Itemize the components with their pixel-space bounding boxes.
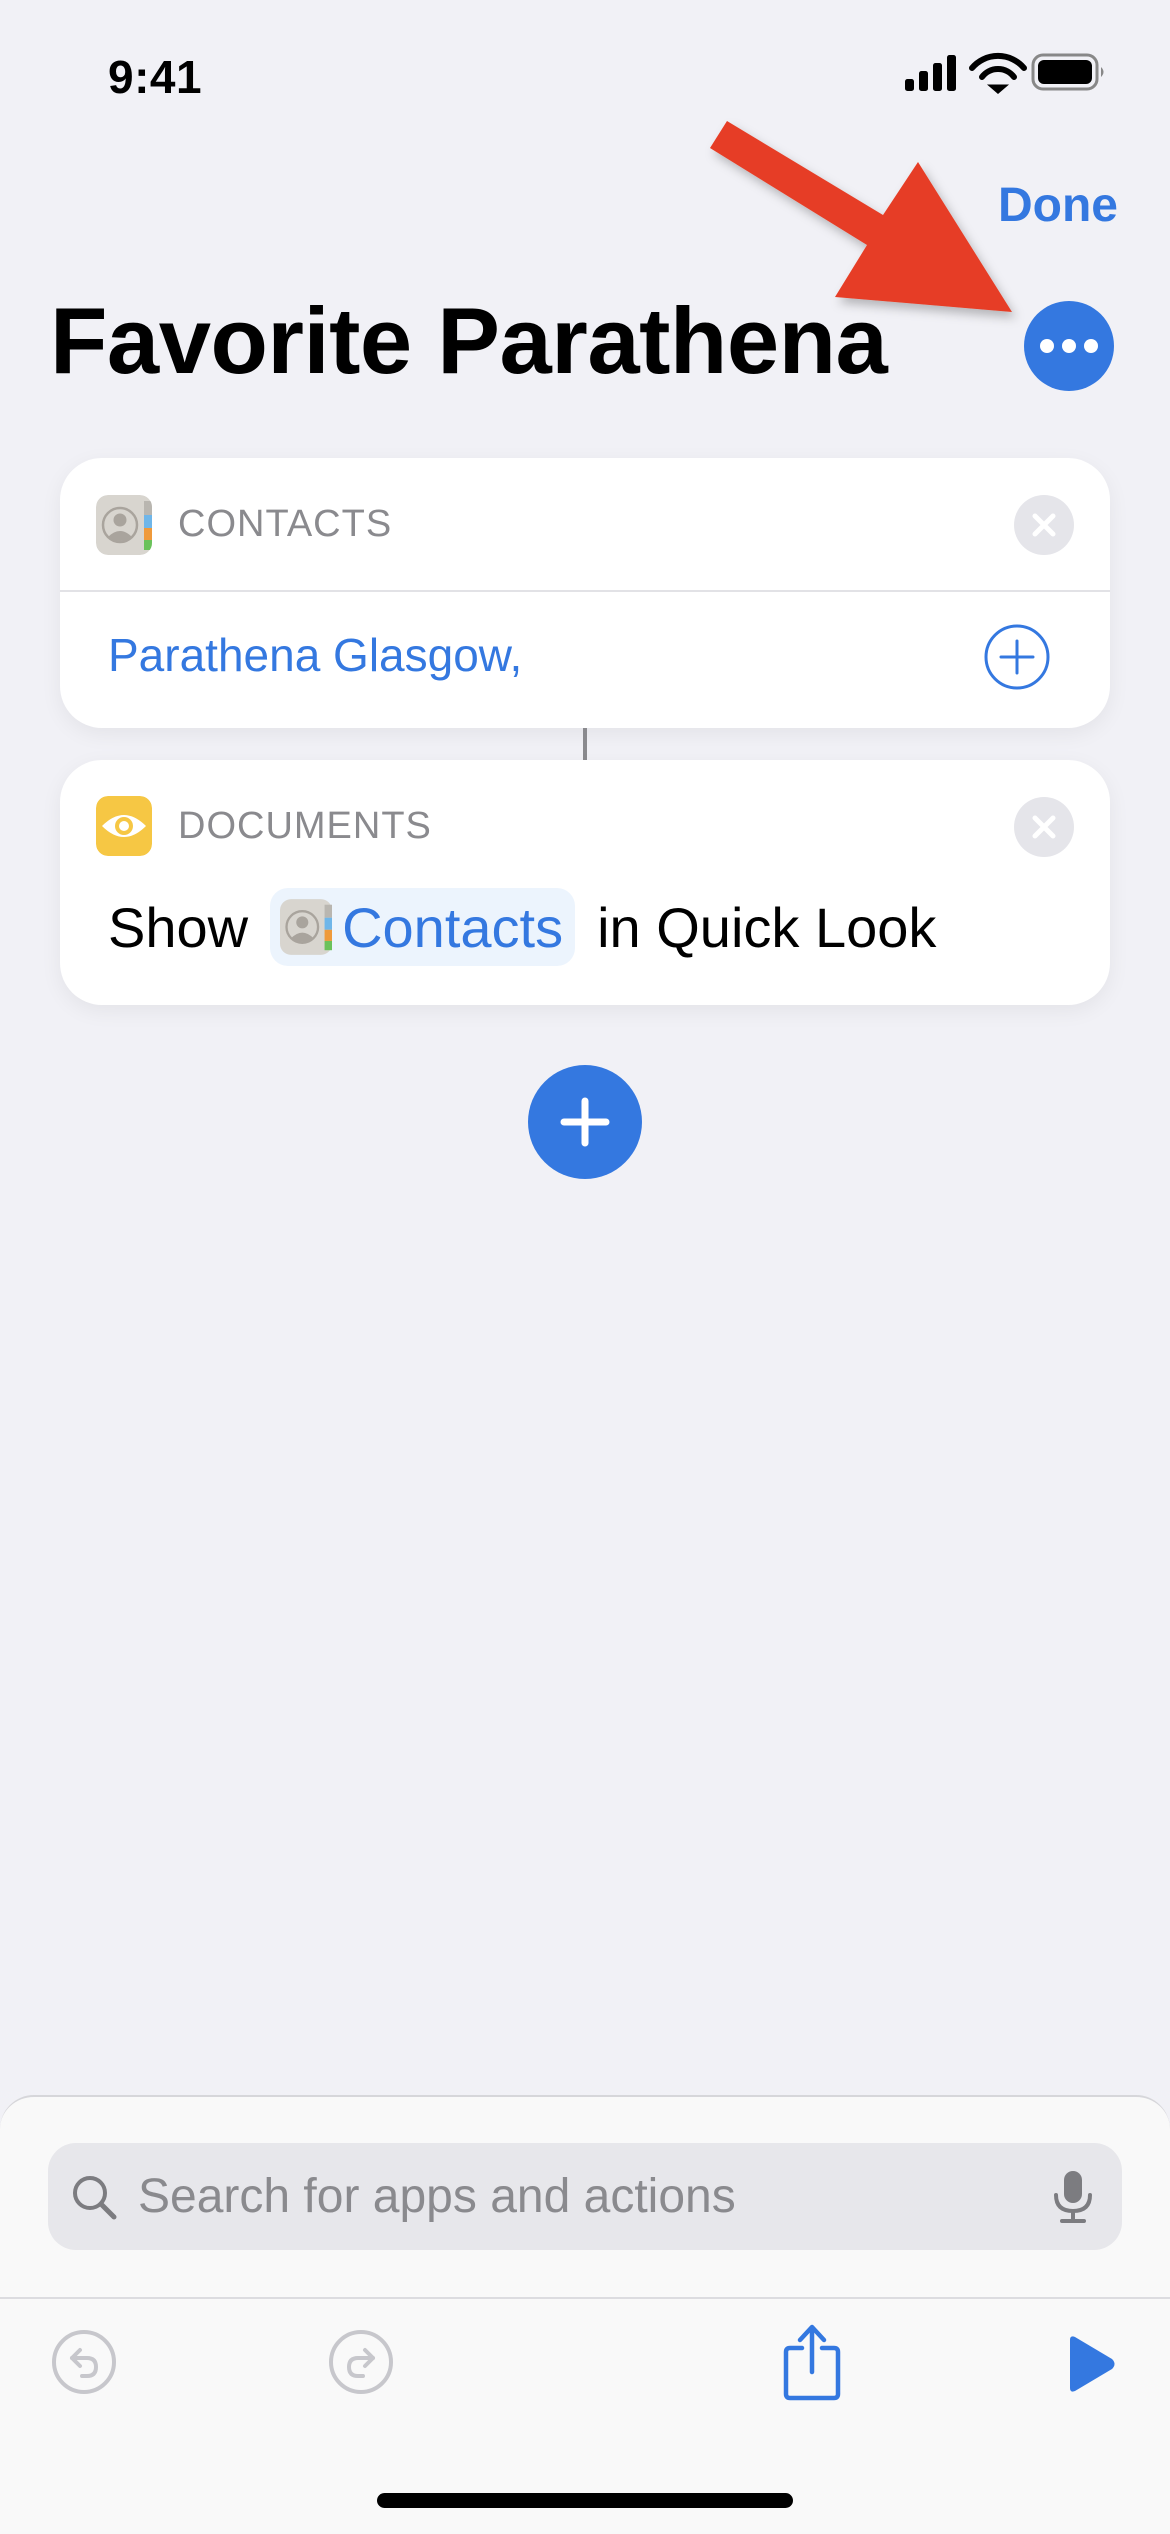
wifi-icon [969,52,1027,94]
ellipsis-icon [1040,339,1054,353]
play-icon[interactable] [1064,2334,1118,2394]
search-actions-input[interactable]: Search for apps and actions [48,2143,1122,2250]
action-card-contacts[interactable]: CONTACTS Parathena Glasgow, [60,458,1110,728]
share-icon[interactable] [780,2322,844,2402]
plus-circle-icon[interactable] [984,624,1050,690]
add-action-button[interactable] [528,1065,642,1179]
variable-token-contacts[interactable]: Contacts [270,888,576,966]
action-sentence: Show Contacts in Quick Look [108,888,936,966]
contacts-app-icon [280,899,333,955]
search-placeholder: Search for apps and actions [138,2170,736,2223]
cellular-signal-icon [905,55,956,91]
quick-look-eye-icon [96,796,152,856]
shortcut-title[interactable]: Favorite Parathena [50,287,888,395]
done-button[interactable]: Done [998,178,1118,233]
card-divider [60,590,1110,592]
action-connector [583,728,587,760]
remove-action-button[interactable] [1014,797,1074,857]
toolbar-divider [0,2297,1170,2299]
undo-icon[interactable] [50,2328,118,2396]
remove-action-button[interactable] [1014,495,1074,555]
contacts-app-icon [96,495,152,555]
more-options-button[interactable] [1024,301,1114,391]
plus-icon [560,1097,610,1147]
status-time: 9:41 [108,51,203,103]
action-category-label: DOCUMENTS [178,805,432,847]
battery-icon [1031,53,1104,91]
action-category-label: CONTACTS [178,503,393,545]
ellipsis-dot [1084,339,1098,353]
magnifying-glass-icon [73,2176,117,2220]
close-icon [1032,815,1056,839]
microphone-icon[interactable] [1048,2169,1098,2225]
redo-icon[interactable] [327,2328,395,2396]
close-icon [1032,513,1056,537]
variable-label: Contacts [342,895,564,959]
contact-parameter-value[interactable]: Parathena Glasgow, [108,628,522,682]
home-indicator [377,2493,793,2508]
ellipsis-dot [1062,339,1076,353]
action-card-quick-look[interactable]: DOCUMENTS Show Contacts in Quick Look [60,760,1110,1005]
status-icons [905,52,1104,94]
action-text-prefix: Show [108,895,249,959]
action-text-suffix: in Quick Look [597,895,937,959]
